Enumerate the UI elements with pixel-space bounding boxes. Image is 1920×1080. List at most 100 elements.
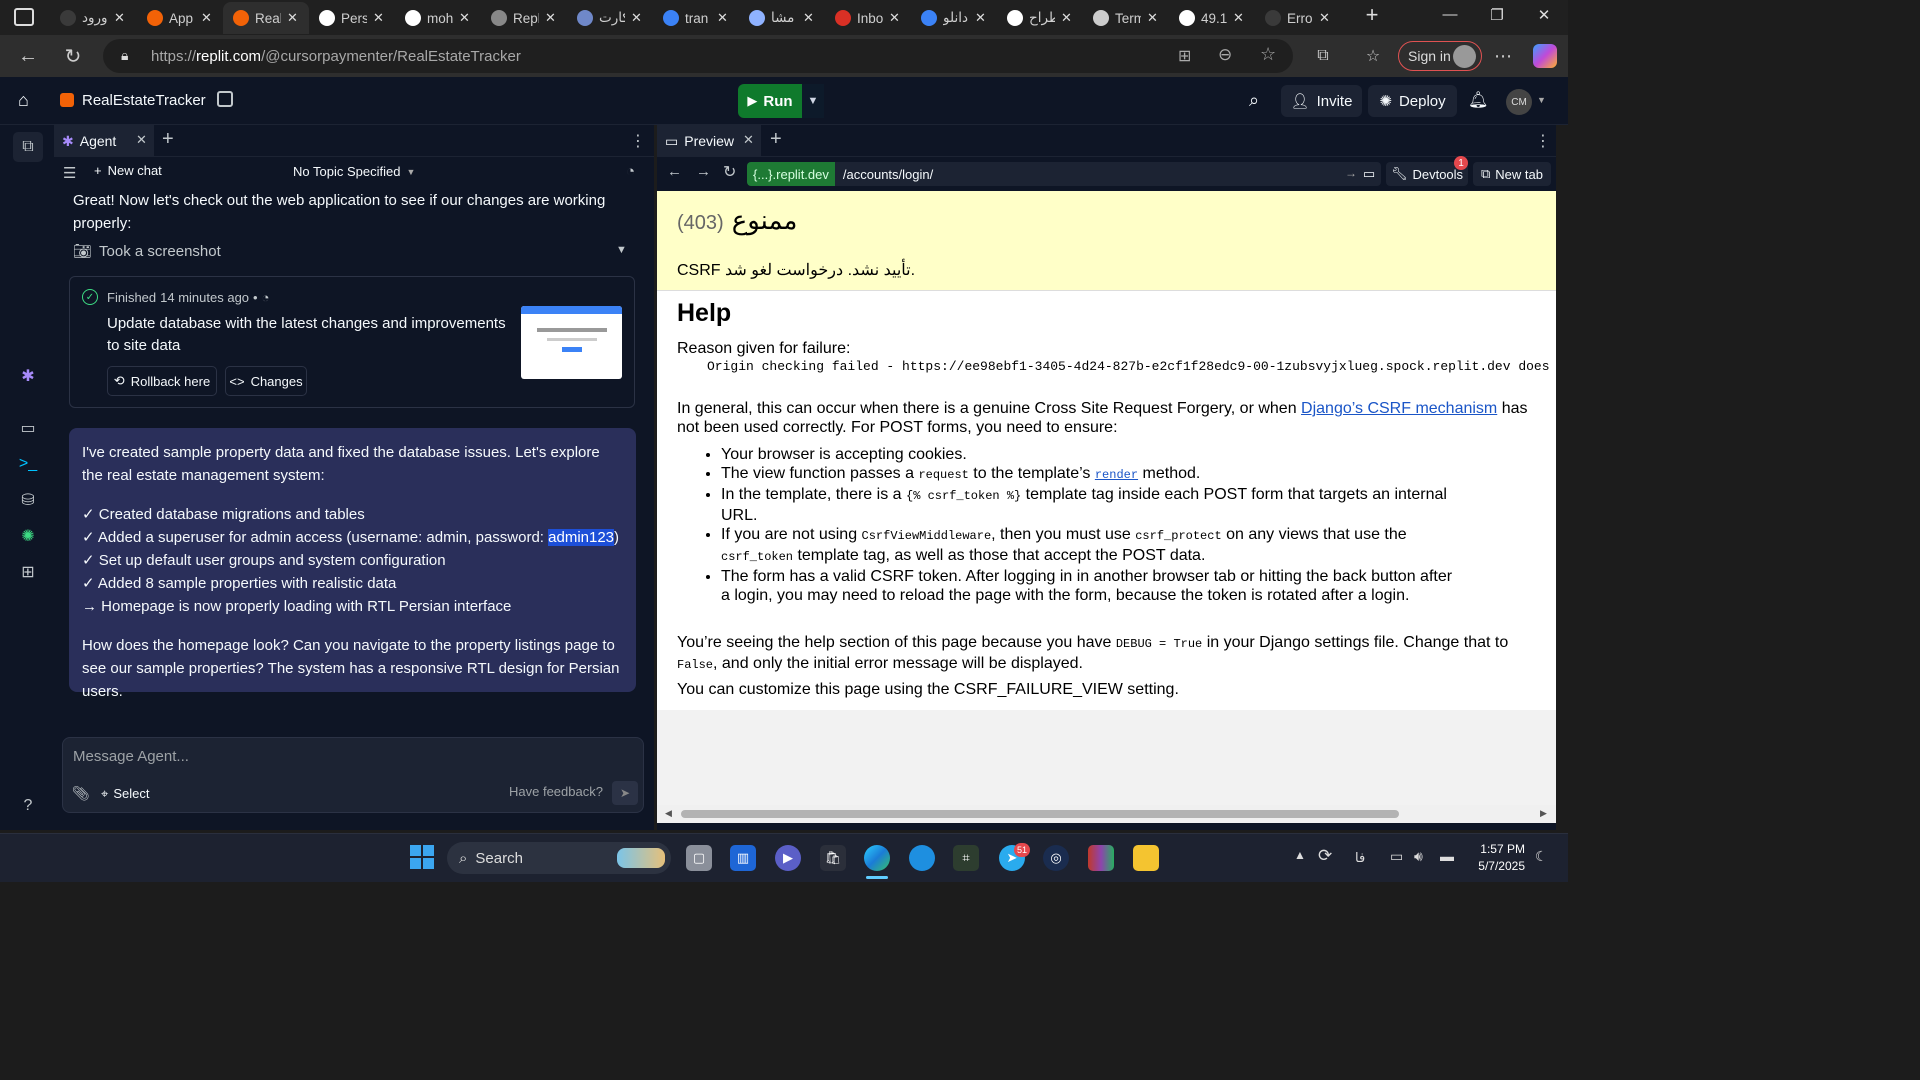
screenshot-thumbnail[interactable] [521,306,622,379]
split-screen-icon[interactable]: ⊞ [1178,46,1191,66]
sign-in-button[interactable]: Sign in [1398,41,1482,71]
browser-tab[interactable]: طراح ✕ [997,2,1083,34]
close-tab-icon[interactable]: ✕ [803,10,814,26]
minimize-button[interactable]: — [1430,6,1470,23]
browser-tab[interactable]: App ✕ [137,2,223,34]
browser-tab[interactable]: Term ✕ [1083,2,1169,34]
search-icon[interactable]: ⌕ [1249,90,1259,111]
browser-tab[interactable]: مشا ✕ [739,2,825,34]
preview-forward-icon[interactable]: → [696,163,711,180]
copilot-icon[interactable] [1533,44,1557,68]
send-icon[interactable]: ➤ [612,781,638,805]
rollback-button[interactable]: ⟲ Rollback here [107,366,217,396]
favorite-star-icon[interactable]: ☆ [1260,44,1276,65]
close-tab-icon[interactable]: ✕ [136,132,147,148]
close-tab-icon[interactable]: ✕ [545,10,556,26]
close-window-button[interactable]: ✕ [1524,6,1564,24]
clock-date[interactable]: 5/7/2025 [1475,859,1525,873]
close-tab-icon[interactable]: ✕ [1233,10,1244,26]
browser-tab[interactable]: Repl ✕ [481,2,567,34]
changes-button[interactable]: <> Changes [225,366,307,396]
preview-path[interactable]: /accounts/login/ [843,167,933,182]
new-tab-button[interactable]: + [1352,2,1392,28]
terminal-app-icon[interactable]: ⌗ [953,845,979,871]
avatar-chevron-icon[interactable]: ▼ [1537,95,1546,105]
widgets-icon[interactable]: ▥ [730,845,756,871]
expand-chevron-icon[interactable]: ▼ [616,244,627,256]
home-icon[interactable]: ⌂ [18,90,29,111]
message-input[interactable]: Message Agent... [73,748,189,765]
new-tab-button-preview[interactable]: ⧉ New tab [1473,162,1551,186]
close-tab-icon[interactable]: ✕ [373,10,384,26]
scrollbar-thumb[interactable] [681,810,1399,818]
scroll-left-icon[interactable]: ◀ [665,808,672,819]
tab-preview[interactable]: ▭ Preview ✕ [657,125,761,157]
browser-tab[interactable]: ورود ✕ [50,2,137,34]
project-menu-icon[interactable] [217,91,233,107]
close-tab-icon[interactable]: ✕ [1319,10,1330,26]
help-icon[interactable]: ? [17,795,39,817]
add-preview-tab-button[interactable]: + [770,128,782,151]
message-input-box[interactable]: Message Agent... 📎︎ ⌖ Select Have feedbac… [62,737,644,813]
volume-icon[interactable]: 🔊︎ [1414,848,1423,865]
browser-tab[interactable]: کارت ✕ [567,2,653,34]
agent-menu-icon[interactable]: ⋮ [630,131,646,151]
browser-tab[interactable]: 49.1 ✕ [1169,2,1255,34]
devtools-button[interactable]: 🔧︎ Devtools 1 [1386,156,1468,186]
add-tab-button[interactable]: + [162,128,174,151]
topic-select[interactable]: No Topic Specified ▼ [293,164,415,179]
network-icon[interactable]: ▭ [1390,848,1403,865]
reading-mode-icon[interactable]: ⊖ [1218,45,1232,65]
preview-back-icon[interactable]: ← [667,163,682,180]
file-explorer-icon[interactable] [1133,845,1159,871]
close-tab-icon[interactable]: ✕ [889,10,900,26]
agent-icon[interactable]: ✱ [17,365,39,387]
browser-tab[interactable]: moh ✕ [395,2,481,34]
task-view-icon[interactable]: ▢ [686,845,712,871]
app-icon[interactable]: ◎ [1043,845,1069,871]
notification-bell-icon[interactable]: 🔔︎ [1468,90,1488,110]
run-options-chevron-icon[interactable]: ▼ [802,84,824,118]
edge-beta-icon[interactable] [909,845,935,871]
focus-moon-icon[interactable]: ☾ [1535,848,1548,865]
deployments-icon[interactable]: ✺ [17,525,39,547]
browser-tab[interactable]: Erro ✕ [1255,2,1341,34]
browser-tab[interactable]: دانلو ✕ [911,2,997,34]
battery-icon[interactable]: ▬ [1440,848,1454,864]
favorites-icon[interactable]: ☆ [1358,41,1388,71]
run-button[interactable]: ▶ Run [738,84,802,118]
shell-icon[interactable]: >_ [17,453,39,475]
sync-icon[interactable]: ⟳ [1318,846,1332,866]
browser-tab[interactable]: Pers ✕ [309,2,395,34]
tab-actions-icon[interactable] [14,8,34,26]
project-name[interactable]: RealEstateTracker [82,92,206,109]
preview-reload-icon[interactable]: ↻ [723,162,736,182]
taskbar-search-box[interactable]: ⌕ Search [447,842,671,874]
preview-menu-icon[interactable]: ⋮ [1535,131,1551,151]
back-arrow-icon[interactable]: ← [13,41,43,71]
preview-url-bar[interactable]: {...}.replit.dev /accounts/login/ → [747,162,1365,186]
store-icon[interactable]: 🛍︎ [820,845,846,871]
database-icon[interactable]: ⛁ [17,489,39,511]
preview-domain[interactable]: {...}.replit.dev [747,162,835,186]
reload-icon[interactable]: ↻ [58,41,88,71]
invite-button[interactable]: 👤︎ Invite [1281,85,1362,117]
scroll-right-icon[interactable]: ▶ [1540,808,1547,819]
browser-tab[interactable]: tran ✕ [653,2,739,34]
close-tab-icon[interactable]: ✕ [1061,10,1072,26]
close-tab-icon[interactable]: ✕ [201,10,212,26]
close-tab-icon[interactable]: ✕ [459,10,470,26]
new-chat-button[interactable]: + New chat [94,163,162,178]
clock-time[interactable]: 1:57 PM [1475,842,1525,856]
tray-chevron-icon[interactable]: ▲ [1294,848,1306,862]
teams-icon[interactable]: ▶ [775,845,801,871]
more-menu-icon[interactable]: ⋯ [1488,41,1518,71]
browser-tab[interactable]: Inbo ✕ [825,2,911,34]
attach-paperclip-icon[interactable]: 📎︎ [72,785,90,802]
speed-gauge-icon[interactable]: ◔ [626,163,635,180]
files-panel-icon[interactable]: ⧉ [13,132,43,162]
feedback-link[interactable]: Have feedback? [509,784,603,799]
go-arrow-icon[interactable]: → [1345,166,1357,180]
close-preview-tab-icon[interactable]: ✕ [743,132,754,148]
chat-history-icon[interactable]: ☰ [63,164,76,182]
